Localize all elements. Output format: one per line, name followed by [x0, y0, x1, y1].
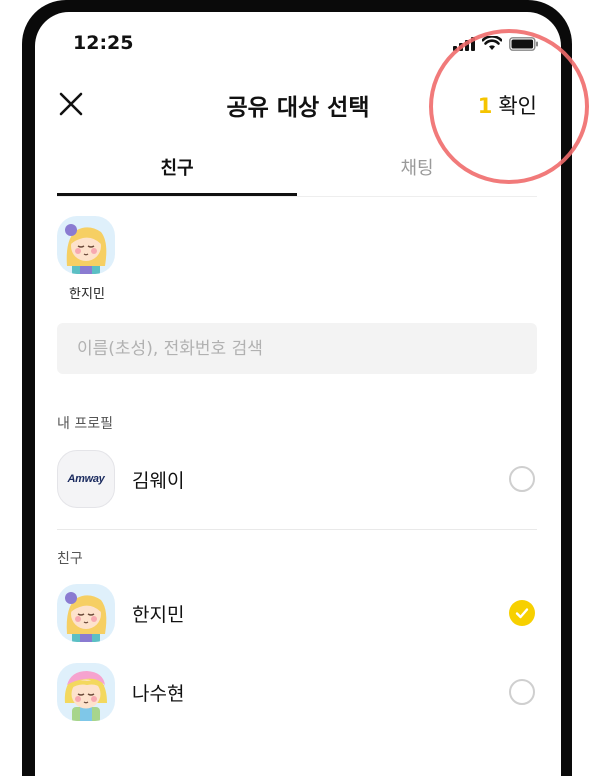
tab-friends[interactable]: 친구	[57, 150, 297, 196]
amway-logo: Amway	[57, 450, 115, 508]
battery-icon	[509, 36, 538, 51]
status-icons	[453, 36, 539, 51]
close-icon	[59, 92, 83, 116]
friend-row[interactable]: 나수현	[57, 662, 537, 722]
divider	[57, 529, 537, 530]
section-label-my-profile: 내 프로필	[57, 416, 113, 432]
status-time: 12:25	[73, 32, 134, 54]
close-button[interactable]	[59, 92, 83, 116]
divider	[57, 196, 537, 197]
confirm-button[interactable]: 1 확인	[478, 90, 537, 120]
my-profile-row[interactable]: Amway 김웨이	[57, 449, 537, 509]
friend-row[interactable]: 한지민	[57, 583, 537, 643]
select-radio[interactable]	[509, 466, 535, 492]
avatar	[57, 216, 115, 274]
app-screen: 12:25 공유 대상 선택 1 확인 친구 채팅 한지민 이름(초성), 전화…	[35, 12, 561, 776]
tab-bar: 친구 채팅	[57, 150, 537, 196]
avatar	[57, 663, 115, 721]
tab-chats[interactable]: 채팅	[297, 150, 537, 196]
avatar	[57, 584, 115, 642]
select-radio-checked[interactable]	[509, 600, 535, 626]
friend-name: 나수현	[132, 682, 185, 705]
selected-friend-name: 한지민	[69, 287, 105, 302]
cellular-signal-icon	[453, 36, 475, 51]
select-radio[interactable]	[509, 679, 535, 705]
confirm-label: 확인	[498, 94, 537, 118]
profile-name: 김웨이	[132, 469, 185, 492]
friend-name: 한지민	[132, 603, 185, 626]
check-icon	[515, 608, 529, 619]
selected-friend-chip[interactable]: 한지민	[57, 216, 117, 302]
wifi-icon	[482, 36, 502, 50]
section-label-friends: 친구	[57, 551, 83, 567]
selected-count: 1	[477, 94, 493, 118]
search-input[interactable]	[57, 323, 537, 374]
